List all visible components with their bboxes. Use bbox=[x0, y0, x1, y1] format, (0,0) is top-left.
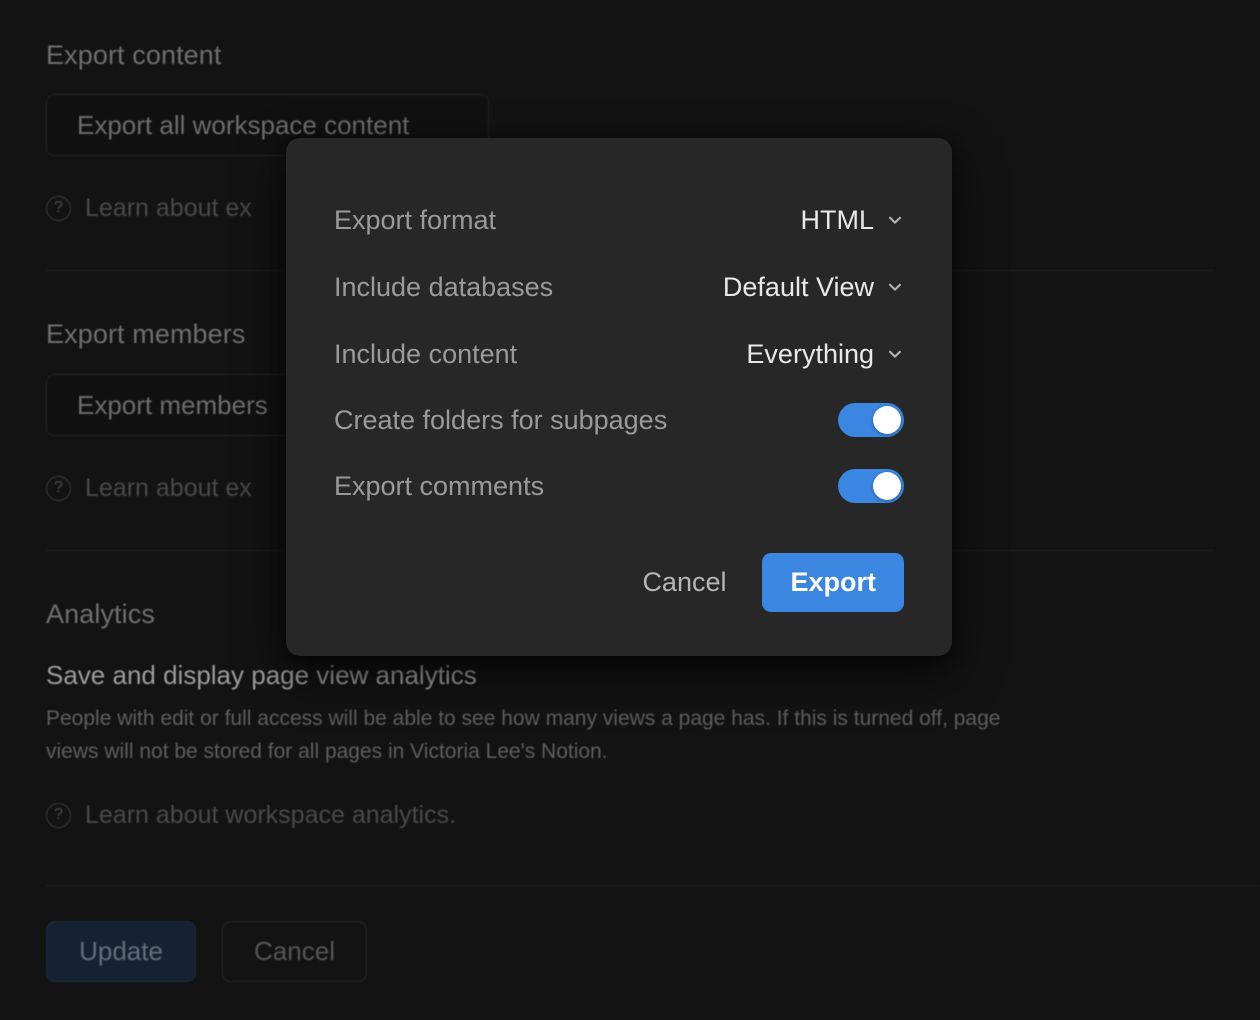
learn-link-label: Learn about workspace analytics. bbox=[85, 801, 457, 829]
learn-about-export-members-link[interactable]: ? Learn about ex bbox=[46, 474, 252, 503]
section-title-export-content: Export content bbox=[46, 40, 222, 70]
dialog-cancel-button[interactable]: Cancel bbox=[620, 555, 748, 610]
question-circle-icon: ? bbox=[46, 476, 71, 501]
export-content-select-label: Export all workspace content bbox=[77, 109, 410, 140]
learn-link-label: Learn about ex bbox=[85, 194, 252, 222]
row-label: Include databases bbox=[334, 271, 554, 302]
analytics-subtitle: Save and display page view analytics bbox=[46, 660, 477, 690]
learn-about-export-content-link[interactable]: ? Learn about ex bbox=[46, 194, 252, 223]
section-title-export-members: Export members bbox=[46, 319, 246, 349]
row-label: Create folders for subpages bbox=[334, 404, 668, 435]
row-include-databases: Include databases Default View bbox=[334, 263, 904, 311]
toggle-knob bbox=[873, 406, 901, 434]
export-members-select-label: Export members bbox=[77, 389, 268, 420]
update-button[interactable]: Update bbox=[46, 921, 196, 982]
chevron-down-icon bbox=[888, 216, 902, 224]
row-export-comments: Export comments bbox=[334, 462, 904, 510]
learn-link-label: Learn about ex bbox=[85, 474, 252, 502]
analytics-description: People with edit or full access will be … bbox=[46, 707, 1001, 763]
export-format-value: HTML bbox=[800, 204, 875, 235]
divider-3 bbox=[46, 885, 1260, 886]
update-button-label: Update bbox=[79, 936, 163, 966]
row-include-content: Include content Everything bbox=[334, 330, 904, 378]
create-folders-toggle[interactable] bbox=[838, 403, 904, 437]
dialog-actions: Cancel Export bbox=[334, 552, 904, 612]
chevron-down-icon bbox=[888, 283, 902, 291]
include-content-select[interactable]: Everything bbox=[746, 339, 904, 370]
toggle-knob bbox=[873, 472, 901, 500]
export-comments-toggle[interactable] bbox=[838, 469, 904, 503]
row-create-folders: Create folders for subpages bbox=[334, 396, 904, 444]
include-databases-value: Default View bbox=[722, 271, 874, 302]
row-export-format: Export format HTML bbox=[334, 196, 904, 244]
learn-about-workspace-analytics-link[interactable]: ? Learn about workspace analytics. bbox=[46, 801, 456, 830]
row-label: Export comments bbox=[334, 470, 545, 501]
question-circle-icon: ? bbox=[46, 803, 71, 828]
include-databases-select[interactable]: Default View bbox=[723, 272, 904, 303]
question-circle-icon: ? bbox=[46, 196, 71, 221]
dialog-export-button[interactable]: Export bbox=[762, 552, 904, 612]
cancel-button-label: Cancel bbox=[254, 936, 335, 966]
section-title-analytics: Analytics bbox=[46, 599, 155, 629]
include-content-value: Everything bbox=[746, 338, 874, 369]
settings-page: Export content Export all workspace cont… bbox=[0, 0, 1260, 1020]
export-format-select[interactable]: HTML bbox=[801, 205, 905, 236]
row-label: Export format bbox=[334, 204, 497, 235]
export-options-dialog: Export format HTML Include databases Def… bbox=[286, 138, 952, 656]
cancel-button[interactable]: Cancel bbox=[222, 921, 367, 982]
chevron-down-icon bbox=[888, 350, 902, 358]
row-label: Include content bbox=[334, 338, 518, 369]
